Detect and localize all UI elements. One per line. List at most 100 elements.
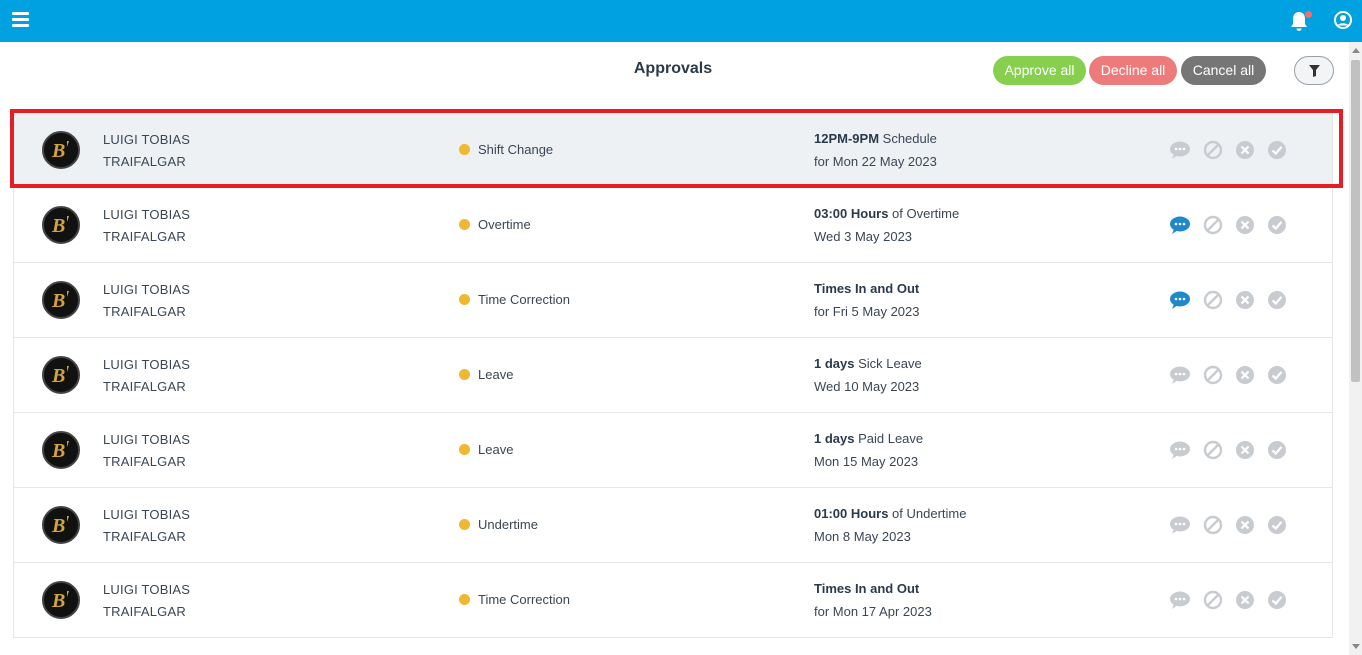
avatar: B	[42, 131, 80, 169]
comment-icon[interactable]	[1169, 439, 1191, 461]
request-type-label: Time Correction	[478, 292, 570, 307]
table-row[interactable]: B LUIGI TOBIAS TRAIFALGAR Leave 1 days Paid …	[13, 413, 1333, 488]
decline-request-icon[interactable]	[1234, 589, 1256, 611]
status-dot	[459, 369, 470, 380]
page-title: Approvals	[633, 60, 713, 77]
approve-all-button[interactable]: Approve all	[993, 56, 1086, 85]
request-detail-rest: Schedule	[879, 131, 937, 146]
comment-icon[interactable]	[1169, 289, 1191, 311]
svg-text:B: B	[51, 290, 65, 312]
employee-first-name: LUIGI TOBIAS	[103, 207, 191, 222]
comment-icon[interactable]	[1169, 589, 1191, 611]
approve-request-icon[interactable]	[1266, 139, 1288, 161]
approve-request-icon[interactable]	[1266, 439, 1288, 461]
table-row[interactable]: B LUIGI TOBIAS TRAIFALGAR Shift Change 12PM-…	[13, 112, 1333, 188]
decline-all-button[interactable]: Decline all	[1089, 56, 1177, 85]
row-actions	[1169, 514, 1299, 536]
request-detail-bold: 03:00 Hours	[814, 206, 889, 221]
table-row[interactable]: B LUIGI TOBIAS TRAIFALGAR Time Correction Ti…	[13, 263, 1333, 338]
request-detail-bold: Times In and Out	[814, 581, 920, 596]
table-row[interactable]: B LUIGI TOBIAS TRAIFALGAR Time Correction Ti…	[13, 563, 1333, 638]
comment-icon[interactable]	[1169, 514, 1191, 536]
comment-icon[interactable]	[1169, 364, 1191, 386]
request-type: Leave	[459, 442, 513, 457]
row-actions	[1169, 439, 1299, 461]
request-detail-rest: Paid Leave	[854, 431, 924, 446]
table-row[interactable]: B LUIGI TOBIAS TRAIFALGAR Undertime 01:00 Ho…	[13, 488, 1333, 563]
status-dot	[459, 219, 470, 230]
request-detail-bold: 1 days	[814, 356, 855, 371]
approve-request-icon[interactable]	[1266, 589, 1288, 611]
request-detail-bold: 01:00 Hours	[814, 506, 889, 521]
filter-button[interactable]	[1294, 56, 1334, 85]
cancel-request-icon[interactable]	[1202, 289, 1224, 311]
row-actions	[1169, 214, 1299, 236]
employee-last-name: TRAIFALGAR	[103, 154, 186, 169]
request-detail-bold: 12PM-9PM	[814, 131, 880, 146]
svg-text:B: B	[51, 140, 65, 162]
menu-icon[interactable]	[12, 12, 29, 28]
request-date: for Fri 5 May 2023	[814, 304, 920, 319]
request-date: Wed 10 May 2023	[814, 379, 920, 394]
status-dot	[459, 444, 470, 455]
approve-request-icon[interactable]	[1266, 364, 1288, 386]
employee-first-name: LUIGI TOBIAS	[103, 132, 191, 147]
cancel-all-button[interactable]: Cancel all	[1181, 56, 1266, 85]
svg-text:B: B	[51, 590, 65, 612]
employee-last-name: TRAIFALGAR	[103, 229, 186, 244]
approve-request-icon[interactable]	[1266, 514, 1288, 536]
row-actions	[1169, 364, 1299, 386]
scroll-thumb[interactable]	[1351, 60, 1360, 382]
employee-first-name: LUIGI TOBIAS	[103, 432, 191, 447]
decline-request-icon[interactable]	[1234, 214, 1256, 236]
table-row[interactable]: B LUIGI TOBIAS TRAIFALGAR Overtime 03:00 Hou…	[13, 188, 1333, 263]
request-detail-rest: of Undertime	[888, 506, 967, 521]
request-detail-rest: Sick Leave	[854, 356, 922, 371]
avatar: B	[42, 581, 80, 619]
request-detail: 1 days Sick Leave	[814, 356, 922, 371]
cancel-request-icon[interactable]	[1202, 514, 1224, 536]
top-navbar	[0, 0, 1362, 42]
decline-request-icon[interactable]	[1234, 514, 1256, 536]
request-detail: 1 days Paid Leave	[814, 431, 923, 446]
scrollbar[interactable]	[1349, 42, 1362, 655]
cancel-request-icon[interactable]	[1202, 364, 1224, 386]
request-date: for Mon 17 Apr 2023	[814, 604, 932, 619]
request-detail-rest: of Overtime	[888, 206, 960, 221]
table-row[interactable]: B LUIGI TOBIAS TRAIFALGAR Leave 1 days Sick …	[13, 338, 1333, 413]
request-detail: 03:00 Hours of Overtime	[814, 206, 959, 221]
decline-request-icon[interactable]	[1234, 364, 1256, 386]
svg-text:B: B	[51, 365, 65, 387]
employee-first-name: LUIGI TOBIAS	[103, 507, 191, 522]
request-type: Time Correction	[459, 292, 570, 307]
decline-request-icon[interactable]	[1234, 139, 1256, 161]
approve-request-icon[interactable]	[1266, 214, 1288, 236]
cancel-request-icon[interactable]	[1202, 139, 1224, 161]
avatar: B	[42, 281, 80, 319]
request-date: Mon 15 May 2023	[814, 454, 919, 469]
request-detail: 12PM-9PM Schedule	[814, 131, 937, 146]
approve-request-icon[interactable]	[1266, 289, 1288, 311]
employee-first-name: LUIGI TOBIAS	[103, 582, 191, 597]
cancel-request-icon[interactable]	[1202, 214, 1224, 236]
cancel-request-icon[interactable]	[1202, 439, 1224, 461]
request-type: Overtime	[459, 217, 531, 232]
user-account-icon[interactable]	[1334, 11, 1352, 29]
employee-first-name: LUIGI TOBIAS	[103, 357, 191, 372]
request-detail: Times In and Out	[814, 581, 919, 596]
comment-icon[interactable]	[1169, 139, 1191, 161]
employee-last-name: TRAIFALGAR	[103, 604, 186, 619]
request-type: Time Correction	[459, 592, 570, 607]
scroll-down-arrow[interactable]	[1352, 644, 1360, 649]
decline-request-icon[interactable]	[1234, 439, 1256, 461]
decline-request-icon[interactable]	[1234, 289, 1256, 311]
scroll-up-arrow[interactable]	[1352, 48, 1360, 53]
comment-icon[interactable]	[1169, 214, 1191, 236]
cancel-request-icon[interactable]	[1202, 589, 1224, 611]
request-detail: 01:00 Hours of Undertime	[814, 506, 966, 521]
status-dot	[459, 594, 470, 605]
employee-last-name: TRAIFALGAR	[103, 379, 186, 394]
request-type-label: Leave	[478, 367, 514, 382]
avatar: B	[42, 506, 80, 544]
employee-last-name: TRAIFALGAR	[103, 529, 186, 544]
